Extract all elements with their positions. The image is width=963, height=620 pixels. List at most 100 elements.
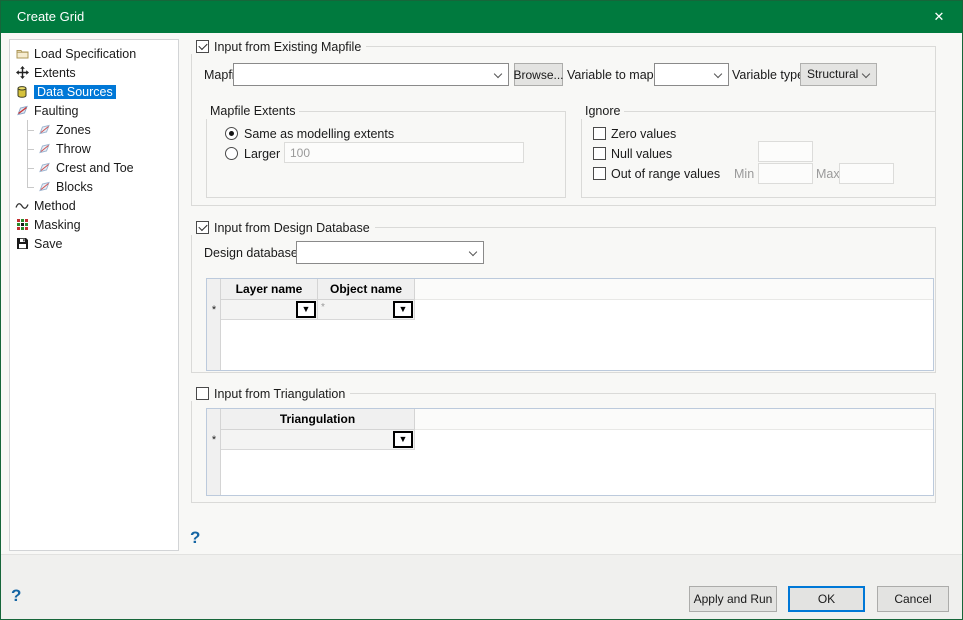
wave-icon — [15, 199, 29, 213]
design-database-combobox[interactable] — [296, 241, 484, 264]
sidebar-item-save[interactable]: Save — [10, 234, 178, 253]
mapfile-group-header: Input from Existing Mapfile — [191, 39, 366, 54]
create-grid-dialog: Create Grid ✕ Load Specification Extents… — [0, 0, 963, 620]
mapfile-section-title: Input from Existing Mapfile — [214, 40, 361, 54]
design-database-section-checkbox[interactable] — [196, 221, 209, 234]
out-of-range-values-checkbox[interactable] — [593, 167, 606, 180]
sidebar-item-label: Save — [34, 237, 63, 251]
move-icon — [15, 66, 29, 80]
design-database-table: Layer name Object name * ▼ * ▼ — [206, 278, 934, 371]
min-label: Min — [734, 166, 754, 182]
dropdown-triangle-icon: ▼ — [302, 305, 311, 314]
triangulation-section-checkbox[interactable] — [196, 387, 209, 400]
null-replacement-input[interactable] — [758, 141, 813, 162]
object-name-dropdown-button[interactable]: ▼ — [393, 301, 413, 318]
sidebar-item-label: Faulting — [34, 104, 78, 118]
triangulation-dropdown-button[interactable]: ▼ — [393, 431, 413, 448]
layer-name-dropdown-button[interactable]: ▼ — [296, 301, 316, 318]
mapfile-extents-title: Mapfile Extents — [206, 104, 299, 119]
triangulation-group-header: Input from Triangulation — [191, 386, 350, 401]
larger-by-radio[interactable] — [225, 147, 238, 160]
object-name-column-header: Object name — [318, 279, 415, 300]
new-row-marker: * — [207, 300, 221, 320]
sidebar-item-label: Throw — [56, 142, 91, 156]
max-input[interactable] — [839, 163, 894, 184]
sidebar-item-method[interactable]: Method — [10, 196, 178, 215]
chevron-down-icon — [714, 70, 722, 78]
fault-icon — [15, 104, 29, 118]
variable-type-combobox[interactable]: Structural — [800, 63, 877, 86]
out-of-range-values-label: Out of range values — [611, 166, 720, 182]
fault-icon — [37, 123, 51, 137]
triangulation-cell[interactable]: ▼ — [221, 430, 415, 450]
sidebar-item-extents[interactable]: Extents — [10, 63, 178, 82]
row-header-column — [207, 279, 221, 370]
sidebar-item-faulting[interactable]: Faulting — [10, 101, 178, 120]
object-name-cell-value: * — [321, 302, 325, 313]
sidebar-item-throw[interactable]: Throw — [10, 139, 178, 158]
header-filler — [415, 409, 933, 430]
zero-values-checkbox[interactable] — [593, 127, 606, 140]
help-icon[interactable]: ? — [11, 586, 21, 606]
sidebar-item-crest-and-toe[interactable]: Crest and Toe — [10, 158, 178, 177]
design-database-label: Design database — [204, 245, 298, 261]
layer-name-cell[interactable]: ▼ — [221, 300, 318, 320]
dropdown-triangle-icon: ▼ — [399, 435, 408, 444]
object-name-cell[interactable]: * ▼ — [318, 300, 415, 320]
max-label: Max — [816, 166, 840, 182]
fault-icon — [37, 142, 51, 156]
mapfile-combobox[interactable] — [233, 63, 509, 86]
layer-name-column-header: Layer name — [221, 279, 318, 300]
ignore-title: Ignore — [581, 104, 624, 119]
same-as-modelling-extents-label: Same as modelling extents — [244, 126, 394, 142]
sidebar-item-label: Masking — [34, 218, 81, 232]
variable-to-map-combobox[interactable] — [654, 63, 729, 86]
design-database-group-header: Input from Design Database — [191, 220, 375, 235]
folder-icon — [15, 47, 29, 61]
sidebar-item-label: Data Sources — [34, 85, 116, 99]
sidebar-item-label: Crest and Toe — [56, 161, 134, 175]
title-bar[interactable]: Create Grid ✕ — [1, 1, 962, 33]
triangulation-column-header: Triangulation — [221, 409, 415, 430]
faulting-children: Zones Throw Crest and Toe Blocks — [10, 120, 178, 196]
close-icon[interactable]: ✕ — [916, 1, 962, 33]
window-title: Create Grid — [17, 1, 84, 33]
dropdown-triangle-icon: ▼ — [399, 305, 408, 314]
sidebar-tree: Load Specification Extents Data Sources … — [9, 39, 179, 551]
apply-and-run-button[interactable]: Apply and Run — [689, 586, 777, 612]
sidebar-item-load-specification[interactable]: Load Specification — [10, 44, 178, 63]
sidebar-item-masking[interactable]: Masking — [10, 215, 178, 234]
min-input[interactable] — [758, 163, 813, 184]
variable-type-value: Structural — [807, 67, 858, 81]
sidebar-item-data-sources[interactable]: Data Sources — [10, 82, 178, 101]
new-row-marker: * — [207, 430, 221, 450]
cancel-button[interactable]: Cancel — [877, 586, 949, 612]
browse-button[interactable]: Browse... — [514, 63, 563, 86]
null-values-checkbox[interactable] — [593, 147, 606, 160]
triangulation-section-title: Input from Triangulation — [214, 387, 345, 401]
variable-to-map-label: Variable to map — [567, 67, 654, 83]
ok-button[interactable]: OK — [788, 586, 865, 612]
help-icon[interactable]: ? — [190, 528, 200, 548]
sidebar-item-label: Load Specification — [34, 47, 136, 61]
variable-type-label: Variable type — [732, 67, 804, 83]
chevron-down-icon — [862, 70, 870, 78]
fault-icon — [37, 180, 51, 194]
chevron-down-icon — [469, 248, 477, 256]
sidebar-item-zones[interactable]: Zones — [10, 120, 178, 139]
mapfile-section-checkbox[interactable] — [196, 40, 209, 53]
design-database-section-title: Input from Design Database — [214, 221, 370, 235]
triangulation-table: Triangulation * ▼ — [206, 408, 934, 496]
fault-icon — [37, 161, 51, 175]
database-icon — [15, 85, 29, 99]
sidebar-item-label: Blocks — [56, 180, 93, 194]
same-as-modelling-extents-radio[interactable] — [225, 127, 238, 140]
grid-icon — [15, 218, 29, 232]
null-values-label: Null values — [611, 146, 672, 162]
save-icon — [15, 237, 29, 251]
header-filler — [415, 279, 933, 300]
larger-by-input[interactable] — [284, 142, 524, 163]
sidebar-item-label: Extents — [34, 66, 76, 80]
sidebar-item-blocks[interactable]: Blocks — [10, 177, 178, 196]
sidebar-item-label: Zones — [56, 123, 91, 137]
